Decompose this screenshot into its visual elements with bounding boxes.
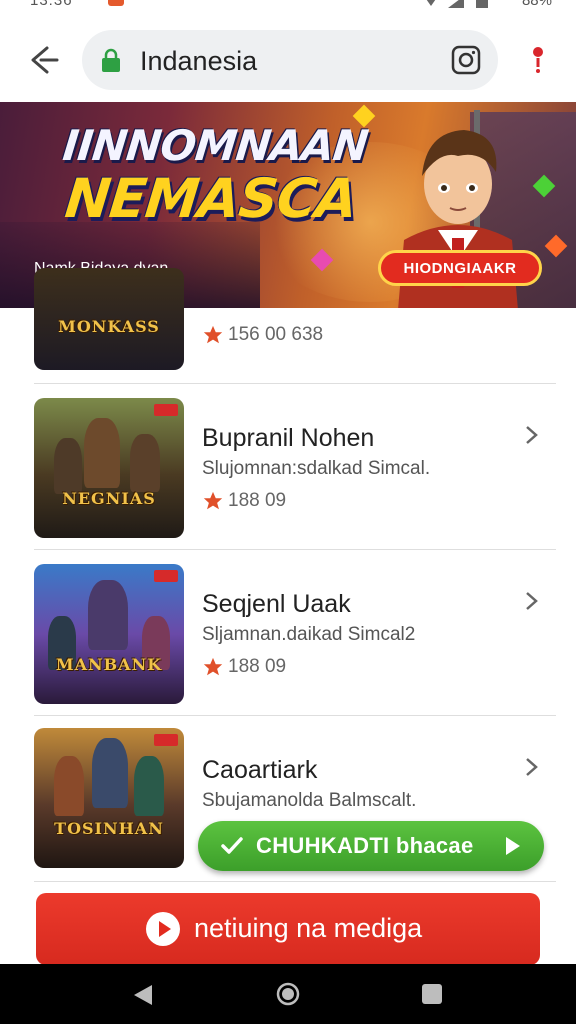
list-item-title: Seqjenl Uaak [202,590,351,618]
nav-back-icon[interactable] [132,983,154,1007]
thumbnail-figure [54,438,82,494]
chevron-right-icon[interactable] [524,756,540,778]
banner-title: IINNOMNAAN NEMASCA [54,121,371,230]
list-item[interactable]: MANBANK Seqjenl Uaak Sljamnan.daikad Sim… [34,550,556,716]
url-text[interactable]: Indanesia [140,46,257,77]
game-thumbnail: NEGNIAS [34,398,184,538]
star-icon [203,657,223,676]
thumbnail-badge [154,734,178,746]
qr-scan-icon[interactable] [450,44,482,76]
thumbnail-badge [154,570,178,582]
download-float-button[interactable]: CHUHKADTI bhacae [198,821,544,871]
thumbnail-figure [88,580,128,650]
list-item-title: Caoartiark [202,756,318,784]
star-icon [203,325,223,344]
chevron-right-icon[interactable] [524,590,540,612]
rating-text: 188 09 [228,656,287,677]
play-icon [159,921,171,937]
play-arrow-icon [506,837,520,855]
back-arrow-icon [31,46,59,74]
star-icon [203,491,223,510]
game-thumbnail: MANBANK [34,564,184,704]
chevron-right-icon[interactable] [524,424,540,446]
more-vert-icon [533,47,543,73]
list-item-subtitle: Sljamnan.daikad Simcal2 [202,624,416,645]
system-nav-bar [0,964,576,1024]
rating: 188 09 [202,490,286,512]
banner-title-line1: IINNOMNAAN [60,121,371,170]
rating-text: 188 09 [228,490,287,511]
thumbnail-logo: MONKASS [58,317,160,336]
status-time: 13:36 [30,0,73,9]
game-thumbnail: TOSINHAN [34,728,184,868]
signal-icon [426,0,488,8]
thumbnail-logo: TOSINHAN [54,819,164,838]
status-bar: 13:36 88% [0,0,576,18]
nav-home-icon[interactable] [276,982,300,1006]
battery-level: 88% [521,0,552,9]
main-action-button[interactable]: netiuing na mediga [36,893,540,965]
list-item[interactable]: NEGNIAS Bupranil Nohen Slujomnan:sdalkad… [34,384,556,550]
rating: 188 09 [202,656,286,678]
download-float-label: CHUHKADTI bhacae [256,833,474,858]
play-circle-icon [146,912,180,946]
rating: 156 00 638 [202,324,323,346]
list-item-title: Bupranil Nohen [202,424,375,452]
thumbnail-figure [134,756,164,816]
thumbnail-logo: NEGNIAS [62,489,156,508]
check-icon [221,837,243,854]
nav-recents-icon[interactable] [422,984,442,1004]
thumbnail-figure [130,434,160,492]
back-button[interactable] [22,40,66,80]
main-action-label: netiuing na mediga [194,913,423,943]
lock-icon [102,48,120,72]
browser-toolbar: Indanesia [0,18,576,102]
thumbnail-logo: MANBANK [55,655,163,674]
thumbnail-figure [84,418,120,488]
menu-button[interactable] [524,40,552,80]
list-item-subtitle: Slujomnan:sdalkad Simcal. [202,458,431,479]
thumbnail-figure [54,756,84,816]
banner-title-line2: NEMASCA [62,167,360,230]
notification-icon [108,0,124,6]
list-item[interactable]: MONKASS 156 00 638 [34,268,556,384]
game-thumbnail: MONKASS [34,268,184,370]
rating-text: 156 00 638 [228,324,324,345]
thumbnail-badge [154,404,178,416]
url-bar[interactable]: Indanesia [82,30,498,90]
list-item-subtitle: Sbujamanolda Balmscalt. [202,790,417,811]
thumbnail-figure [92,738,128,808]
